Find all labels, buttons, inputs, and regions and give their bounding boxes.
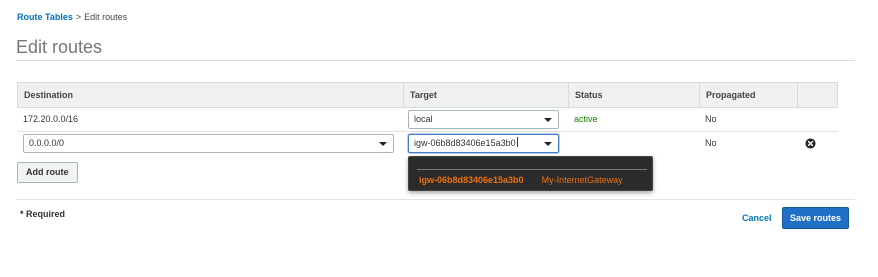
option-gateway-name: My-InternetGateway (541, 175, 623, 185)
destination-select[interactable]: 0.0.0.0/0 (23, 134, 394, 153)
title-divider (16, 60, 855, 61)
column-header-propagated: Propagated (706, 90, 756, 100)
breadcrumb-current: Edit routes (84, 12, 128, 22)
footer-divider (16, 199, 855, 200)
close-circle-icon[interactable] (805, 138, 816, 149)
target-select-value: local (414, 114, 433, 124)
dropdown-divider (417, 169, 647, 170)
option-gateway-id: igw-06b8d83406e15a3b0 (419, 175, 524, 185)
status-cell (568, 132, 574, 155)
column-divider (797, 83, 798, 107)
destination-select-value: 0.0.0.0/0 (29, 138, 65, 148)
cancel-button[interactable]: Cancel (742, 213, 772, 223)
breadcrumb: Route Tables > Edit routes (17, 12, 127, 22)
table-header: Destination Target Status Propagated (17, 82, 838, 108)
caret-down-icon (544, 118, 552, 122)
breadcrumb-separator: > (75, 12, 82, 22)
target-select[interactable]: local (408, 110, 559, 129)
page-title: Edit routes (16, 37, 103, 57)
column-header-target: Target (410, 90, 437, 100)
breadcrumb-route-tables-link[interactable]: Route Tables (17, 12, 73, 22)
dropdown-option-internet-gateway[interactable]: igw-06b8d83406e15a3b0 My-InternetGateway (419, 174, 623, 186)
destination-cell: 172.20.0.0/16 (23, 114, 79, 124)
caret-down-icon (379, 142, 387, 146)
routes-table: Destination Target Status Propagated 172… (17, 82, 838, 156)
table-row: 172.20.0.0/16 local active No (17, 108, 838, 132)
caret-down-icon (544, 142, 552, 146)
required-note: * Required (20, 209, 66, 219)
target-input-value: igw-06b8d83406e15a3b0 (414, 138, 516, 148)
status-cell: active (574, 114, 598, 124)
target-dropdown-menu: igw-06b8d83406e15a3b0 My-InternetGateway (408, 156, 653, 191)
text-cursor (516, 137, 518, 147)
table-row: 0.0.0.0/0 igw-06b8d83406e15a3b0 No (17, 132, 838, 156)
propagated-cell: No (705, 114, 717, 124)
target-input[interactable]: igw-06b8d83406e15a3b0 (408, 134, 559, 153)
add-route-button[interactable]: Add route (17, 162, 78, 183)
propagated-cell: No (705, 138, 717, 148)
column-header-status: Status (575, 90, 603, 100)
column-header-destination: Destination (24, 90, 74, 100)
save-routes-button[interactable]: Save routes (782, 207, 849, 229)
